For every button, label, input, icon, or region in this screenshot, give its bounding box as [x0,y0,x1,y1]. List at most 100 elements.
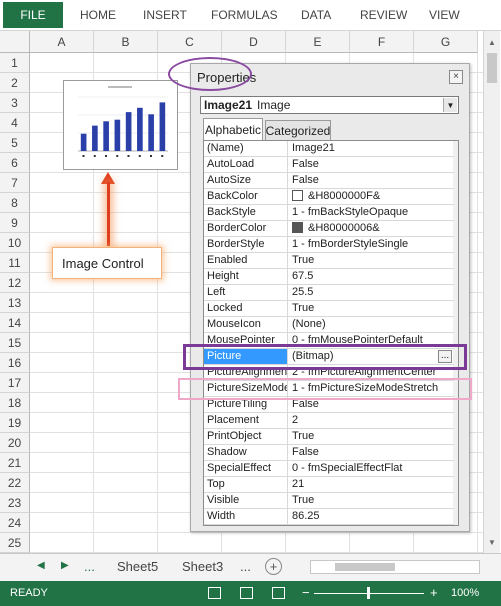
ribbon-tab-view[interactable]: VIEW [429,8,460,22]
page-layout-icon[interactable] [240,587,253,599]
property-value[interactable]: 21 [289,477,454,492]
column-header[interactable]: F [350,31,414,53]
row-header[interactable]: 13 [0,293,30,313]
sheet-ellipsis-left[interactable]: ... [84,559,95,574]
close-icon[interactable]: × [449,70,463,84]
row-header[interactable]: 17 [0,373,30,393]
row-header[interactable]: 25 [0,533,30,553]
sheet-tab-sheet3[interactable]: Sheet3 [182,559,223,574]
row-header[interactable]: 6 [0,153,30,173]
select-all-corner[interactable] [0,31,30,53]
chevron-down-icon[interactable]: ▼ [443,98,457,112]
row-header[interactable]: 1 [0,53,30,73]
tab-categorized[interactable]: Categorized [265,120,331,140]
row-header[interactable]: 5 [0,133,30,153]
scroll-thumb[interactable] [487,53,497,83]
property-value[interactable]: True [289,253,454,268]
property-value[interactable]: True [289,429,454,444]
property-row[interactable]: Locked True [204,301,454,317]
object-select[interactable]: Image21 Image ▼ [200,96,459,114]
row-header[interactable]: 4 [0,113,30,133]
property-value[interactable]: 1 - fmBackStyleOpaque [289,205,454,220]
property-value[interactable]: False [289,445,454,460]
row-header[interactable]: 23 [0,493,30,513]
property-value[interactable]: &H80000006& [289,221,454,236]
row-header[interactable]: 16 [0,353,30,373]
property-row[interactable]: Height 67.5 [204,269,454,285]
zoom-in-icon[interactable]: + [430,585,438,600]
column-header[interactable]: A [30,31,94,53]
sheet-ellipsis-right[interactable]: ... [240,559,251,574]
scroll-down-icon[interactable]: ▼ [484,534,500,550]
property-row[interactable]: Top 21 [204,477,454,493]
prev-sheet-icon[interactable]: ◀ [37,560,45,571]
property-row[interactable]: SpecialEffect 0 - fmSpecialEffectFlat [204,461,454,477]
property-value[interactable]: False [289,157,454,172]
property-row[interactable]: Enabled True [204,253,454,269]
add-sheet-icon[interactable]: + [265,558,282,575]
property-value[interactable]: True [289,301,454,316]
normal-view-icon[interactable] [208,587,221,599]
row-header[interactable]: 14 [0,313,30,333]
ribbon-tab-review[interactable]: REVIEW [360,8,407,22]
column-header[interactable]: C [158,31,222,53]
column-header[interactable]: G [414,31,478,53]
row-header[interactable]: 10 [0,233,30,253]
sheet-tab-sheet5[interactable]: Sheet5 [117,559,158,574]
property-row[interactable]: BorderStyle 1 - fmBorderStyleSingle [204,237,454,253]
row-header[interactable]: 21 [0,453,30,473]
property-row[interactable]: BackStyle 1 - fmBackStyleOpaque [204,205,454,221]
image-control[interactable] [63,80,178,170]
property-value[interactable]: False [289,173,454,188]
row-header[interactable]: 15 [0,333,30,353]
property-row[interactable]: Shadow False [204,445,454,461]
property-row[interactable]: AutoSize False [204,173,454,189]
row-header[interactable]: 19 [0,413,30,433]
row-header[interactable]: 2 [0,73,30,93]
column-header[interactable]: E [286,31,350,53]
row-header[interactable]: 12 [0,273,30,293]
row-header[interactable]: 7 [0,173,30,193]
zoom-out-icon[interactable]: − [302,585,310,600]
horizontal-scrollbar[interactable] [310,560,480,574]
property-value[interactable]: 67.5 [289,269,454,284]
row-header[interactable]: 18 [0,393,30,413]
ribbon-tab-formulas[interactable]: FORMULAS [211,8,278,22]
vertical-scrollbar[interactable]: ▲ ▼ [483,31,500,553]
property-row[interactable]: Placement 2 [204,413,454,429]
row-header[interactable]: 8 [0,193,30,213]
row-header[interactable]: 20 [0,433,30,453]
property-value[interactable]: 86.25 [289,509,454,524]
hscroll-thumb[interactable] [335,563,395,571]
ribbon-tab-data[interactable]: DATA [301,8,331,22]
row-header[interactable]: 11 [0,253,30,273]
row-header[interactable]: 22 [0,473,30,493]
property-value[interactable]: 25.5 [289,285,454,300]
property-grid[interactable]: (Name) Image21 AutoLoad False AutoSize False B… [203,140,459,526]
zoom-slider-thumb[interactable] [367,587,370,599]
row-header[interactable]: 3 [0,93,30,113]
property-row[interactable]: Left 25.5 [204,285,454,301]
ribbon-tab-insert[interactable]: INSERT [143,8,187,22]
row-header[interactable]: 24 [0,513,30,533]
property-row[interactable]: Visible True [204,493,454,509]
property-row[interactable]: BorderColor &H80000006& [204,221,454,237]
next-sheet-icon[interactable]: ▶ [61,560,69,571]
row-header[interactable]: 9 [0,213,30,233]
property-row[interactable]: (Name) Image21 [204,141,454,157]
property-row[interactable]: MouseIcon (None) [204,317,454,333]
property-row[interactable]: AutoLoad False [204,157,454,173]
property-row[interactable]: Width 86.25 [204,509,454,525]
page-break-preview-icon[interactable] [272,587,285,599]
property-row[interactable]: PrintObject True [204,429,454,445]
ribbon-tab-home[interactable]: HOME [80,8,116,22]
property-value[interactable]: 1 - fmBorderStyleSingle [289,237,454,252]
column-header[interactable]: B [94,31,158,53]
property-row[interactable]: BackColor &H8000000F& [204,189,454,205]
property-value[interactable]: 0 - fmSpecialEffectFlat [289,461,454,476]
ribbon-tab-file[interactable]: FILE [3,2,63,28]
property-value[interactable]: True [289,493,454,508]
property-value[interactable]: &H8000000F& [289,189,454,204]
scroll-up-icon[interactable]: ▲ [484,34,500,50]
tab-alphabetic[interactable]: Alphabetic [203,118,263,140]
